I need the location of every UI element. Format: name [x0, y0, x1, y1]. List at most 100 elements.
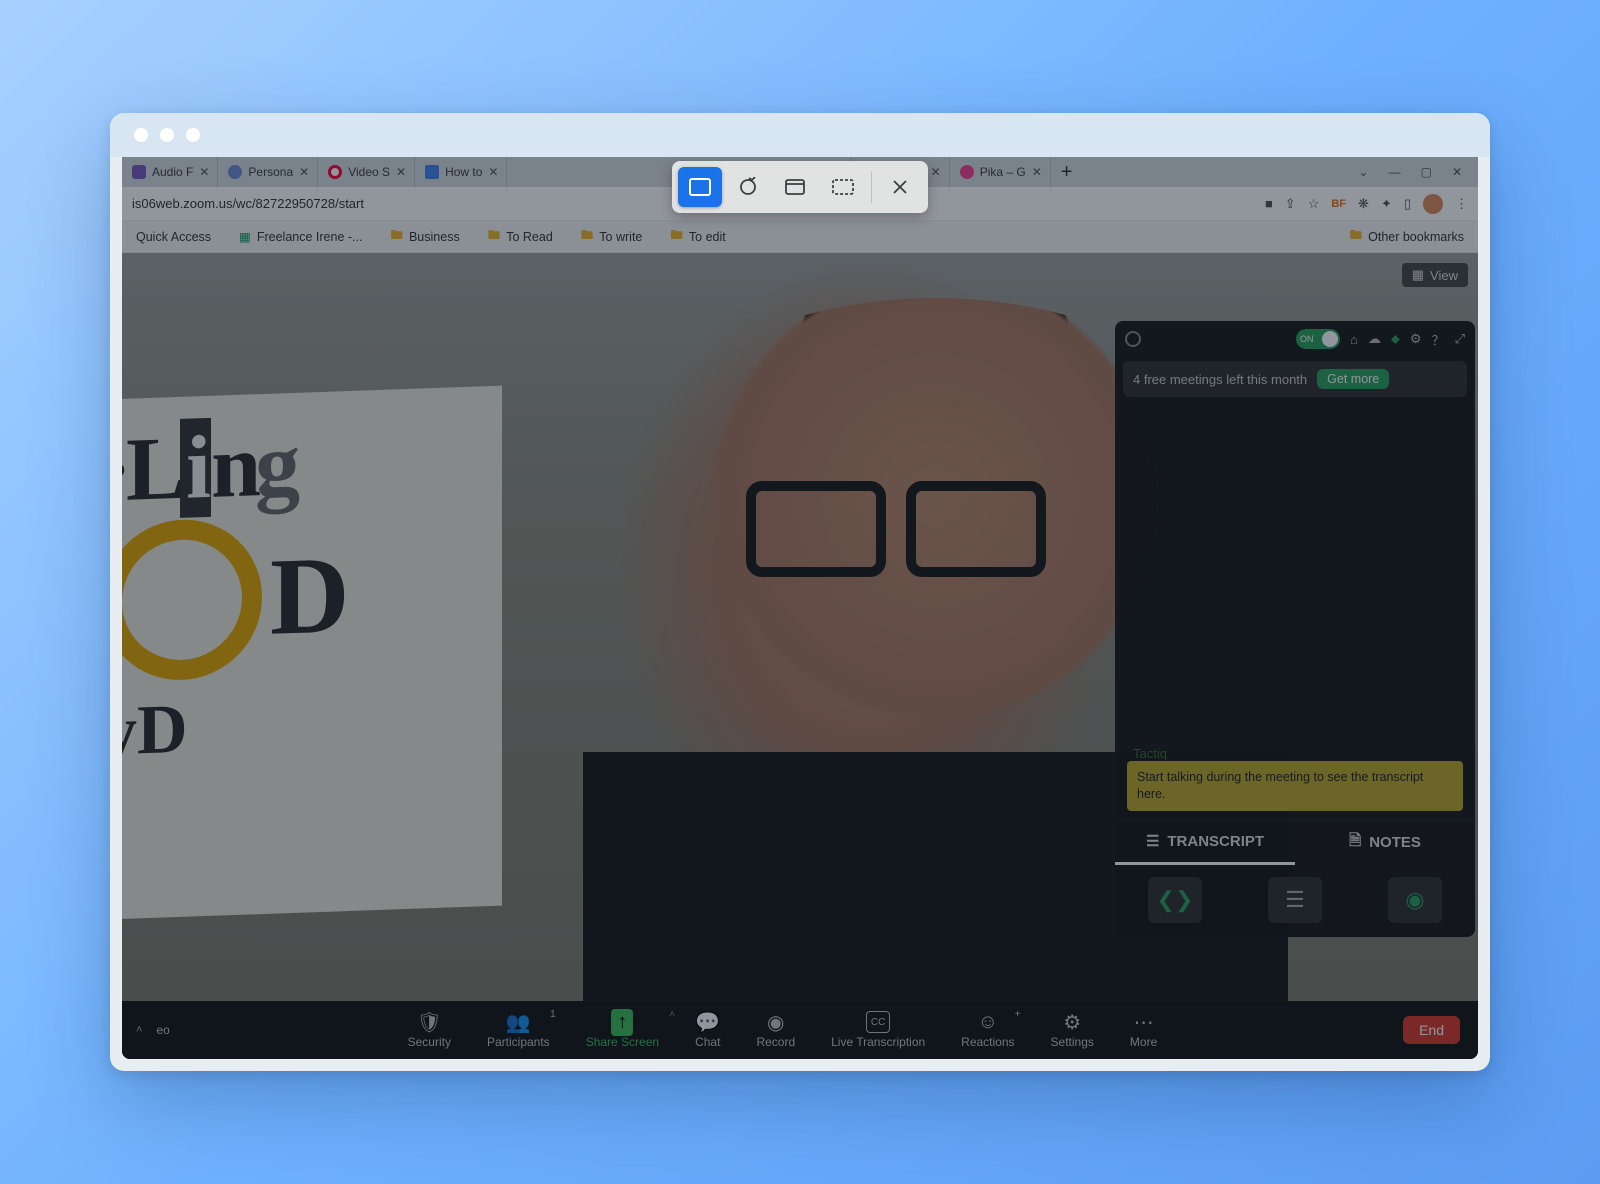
transcript-hint: Start talking during the meeting to see …	[1127, 761, 1463, 811]
close-icon[interactable]: ✕	[931, 165, 941, 179]
folder-icon: 🖿	[488, 226, 501, 247]
end-meeting-button[interactable]: End	[1403, 1016, 1460, 1044]
sidepanel-icon[interactable]: ▯	[1404, 196, 1411, 212]
snip-mode-rect-button[interactable]	[678, 167, 722, 207]
chat-icon: 💬	[695, 1011, 720, 1033]
snip-mode-window-button[interactable]	[774, 167, 818, 207]
tab-1[interactable]: Persona✕	[218, 157, 318, 187]
share-icon[interactable]: ⇪	[1285, 196, 1296, 212]
record-button[interactable]: ◉Record	[756, 1011, 795, 1049]
chevron-up-icon[interactable]: ˄	[136, 1024, 142, 1036]
grid-icon: ▦	[1412, 267, 1424, 283]
tactiq-panel: ON ⌂ ☁ ⬥ ⚙ ？ ⤢ 4 free meetings left this…	[1115, 321, 1475, 937]
traffic-close[interactable]	[134, 128, 148, 142]
new-tab-button[interactable]: +	[1051, 162, 1083, 182]
cloud-icon[interactable]: ☁	[1368, 331, 1381, 347]
close-window-icon[interactable]: ✕	[1452, 165, 1462, 179]
bookmark-item[interactable]: 🖿To edit	[670, 226, 725, 247]
close-icon[interactable]: ✕	[396, 165, 406, 179]
tab-6[interactable]: Pika – G✕	[950, 157, 1051, 187]
folder-icon: 🖿	[1350, 226, 1363, 247]
reactions-button[interactable]: ☺+Reactions	[961, 1011, 1014, 1049]
tab-2[interactable]: Video S✕	[318, 157, 415, 187]
tabs-dropdown-icon[interactable]: ⌄	[1359, 165, 1369, 179]
chat-button[interactable]: 💬Chat	[695, 1011, 720, 1049]
snip-mode-fullscreen-button[interactable]	[821, 167, 865, 207]
shield-icon: 🛡	[417, 1011, 442, 1033]
background-poster: ·Ling D yD	[122, 386, 502, 921]
content-shell: Audio F✕ Persona✕ Video S✕ How to✕ Fina●…	[110, 157, 1490, 1071]
bookmark-item[interactable]: 🖿To write	[581, 226, 643, 247]
close-icon[interactable]: ✕	[488, 165, 498, 179]
tab-notes[interactable]: 🗎NOTES	[1295, 820, 1475, 865]
folder-icon: 🖿	[581, 226, 594, 247]
people-icon: 👥	[506, 1011, 531, 1033]
snip-close-button[interactable]	[878, 167, 922, 207]
bookmark-item[interactable]: ▦Freelance Irene -...	[239, 229, 362, 244]
gear-icon[interactable]: ⚙	[1410, 331, 1422, 347]
enable-toggle[interactable]: ON	[1296, 329, 1340, 349]
more-icon: ⋯	[1134, 1011, 1154, 1033]
help-icon[interactable]: ？	[1432, 330, 1445, 349]
shield-icon[interactable]: ⬥	[1391, 331, 1400, 347]
screenshot-button[interactable]: ◉	[1388, 877, 1442, 923]
camera-icon: ◉	[1405, 887, 1424, 913]
participant-count: 1	[550, 1009, 556, 1020]
more-button[interactable]: ⋯More	[1130, 1011, 1157, 1049]
share-transcript-button[interactable]: ❮❯	[1148, 877, 1202, 923]
tab-transcript[interactable]: ☰TRANSCRIPT	[1115, 820, 1295, 865]
bookmark-item[interactable]: Quick Access	[136, 230, 211, 244]
record-indicator-icon	[1125, 331, 1141, 347]
meetings-left-banner: 4 free meetings left this month Get more	[1123, 361, 1467, 397]
close-icon[interactable]: ✕	[299, 165, 309, 179]
expand-icon[interactable]: ⤢	[1455, 331, 1465, 347]
zoom-toolbar-items: 🛡Security 👥1Participants ↑Share Screen˄ …	[180, 1011, 1385, 1049]
tactiq-tabs: ☰TRANSCRIPT 🗎NOTES	[1115, 819, 1475, 865]
browser-window: Audio F✕ Persona✕ Video S✕ How to✕ Fina●…	[110, 113, 1490, 1071]
window-controls: ⌄ — ▢ ✕	[1343, 165, 1478, 179]
star-icon[interactable]: ☆	[1308, 196, 1320, 212]
document-icon: ☰	[1285, 887, 1305, 913]
cc-icon: CC	[866, 1011, 890, 1033]
tab-0[interactable]: Audio F✕	[122, 157, 218, 187]
transcript-icon: ☰	[1146, 832, 1159, 850]
participants-button[interactable]: 👥1Participants	[487, 1011, 550, 1049]
home-icon[interactable]: ⌂	[1350, 332, 1358, 347]
view-button[interactable]: ▦ View	[1402, 263, 1468, 287]
maximize-icon[interactable]: ▢	[1421, 165, 1432, 179]
share-screen-button[interactable]: ↑Share Screen˄	[586, 1011, 659, 1049]
gear-icon: ⚙	[1063, 1011, 1081, 1033]
profile-avatar[interactable]	[1423, 194, 1443, 214]
settings-button[interactable]: ⚙Settings	[1051, 1011, 1094, 1049]
minimize-icon[interactable]: —	[1389, 165, 1401, 179]
security-button[interactable]: 🛡Security	[408, 1011, 451, 1049]
chevron-up-icon[interactable]: ˄	[669, 1009, 675, 1020]
bicycle-wheel-graphic	[122, 517, 262, 683]
folder-icon: 🖿	[670, 226, 683, 247]
bookmark-other[interactable]: 🖿Other bookmarks	[1350, 226, 1464, 247]
camera-icon[interactable]: ■	[1265, 196, 1273, 211]
kebab-menu-icon[interactable]: ⋮	[1455, 196, 1468, 212]
ext-spinner-icon[interactable]: ❋	[1358, 196, 1369, 212]
speaker-label: Tactiq	[1133, 746, 1167, 761]
close-icon[interactable]: ✕	[199, 165, 209, 179]
zoom-toolbar: ˄ eo 🛡Security 👥1Participants ↑Share Scr…	[122, 1001, 1478, 1059]
tactiq-top-bar: ON ⌂ ☁ ⬥ ⚙ ？ ⤢	[1115, 321, 1475, 357]
live-transcription-button[interactable]: CCLive Transcription	[831, 1011, 925, 1049]
snip-toolbar	[672, 161, 928, 213]
folder-icon: 🖿	[390, 226, 403, 247]
bookmark-item[interactable]: 🖿To Read	[488, 226, 553, 247]
close-icon[interactable]: ✕	[1032, 165, 1042, 179]
extensions-icon[interactable]: ✦	[1381, 196, 1392, 212]
tab-3[interactable]: How to✕	[415, 157, 507, 187]
open-doc-button[interactable]: ☰	[1268, 877, 1322, 923]
traffic-max[interactable]	[186, 128, 200, 142]
share-up-icon: ↑	[611, 1009, 633, 1036]
ext-bf-icon[interactable]: BF	[1331, 198, 1346, 210]
get-more-button[interactable]: Get more	[1317, 369, 1389, 389]
bookmark-item[interactable]: 🖿Business	[390, 226, 459, 247]
sheets-icon: ▦	[239, 229, 251, 244]
traffic-min[interactable]	[160, 128, 174, 142]
snip-mode-freeform-button[interactable]	[726, 167, 770, 207]
plus-icon: +	[1015, 1009, 1021, 1020]
